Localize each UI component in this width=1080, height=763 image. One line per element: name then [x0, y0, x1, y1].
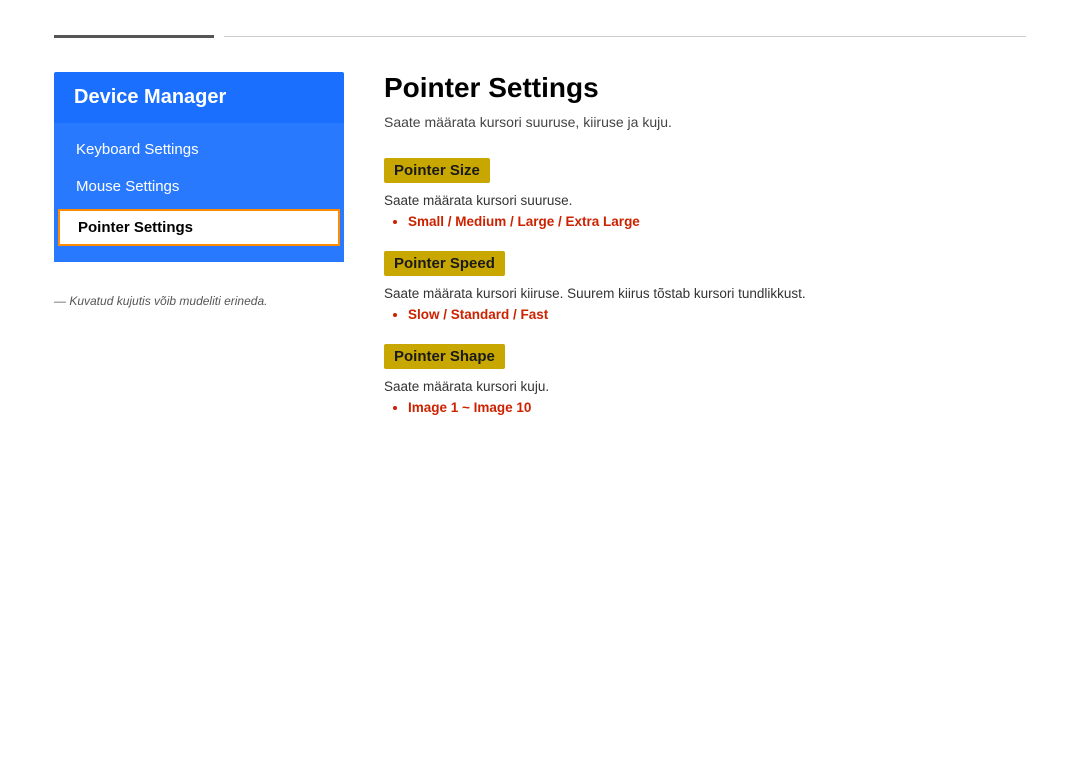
sidebar: Device Manager Keyboard Settings Mouse S… — [54, 72, 344, 437]
section-title-size: Pointer Size — [384, 158, 490, 183]
content-area: Pointer Settings Saate määrata kursori s… — [344, 72, 1026, 437]
section-desc-shape: Saate määrata kursori kuju. — [384, 379, 986, 394]
section-options-speed: Slow / Standard / Fast — [384, 307, 986, 322]
section-title-shape: Pointer Shape — [384, 344, 505, 369]
speed-options-list-item: Slow / Standard / Fast — [408, 307, 986, 322]
sidebar-menu: Keyboard Settings Mouse Settings Pointer… — [54, 123, 344, 262]
section-pointer-speed: Pointer Speed Saate määrata kursori kiir… — [384, 251, 986, 322]
sidebar-header: Device Manager — [54, 72, 344, 123]
shape-options-list-item: Image 1 ~ Image 10 — [408, 400, 986, 415]
sidebar-item-pointer[interactable]: Pointer Settings — [58, 209, 340, 246]
section-desc-speed: Saate määrata kursori kiiruse. Suurem ki… — [384, 286, 986, 301]
section-desc-size: Saate määrata kursori suuruse. — [384, 193, 986, 208]
page-subtitle: Saate määrata kursori suuruse, kiiruse j… — [384, 114, 986, 130]
sidebar-item-keyboard[interactable]: Keyboard Settings — [54, 131, 344, 168]
section-options-shape: Image 1 ~ Image 10 — [384, 400, 986, 415]
sidebar-item-mouse[interactable]: Mouse Settings — [54, 168, 344, 205]
top-bar-line-left — [54, 35, 214, 38]
sidebar-note: — Kuvatud kujutis võib mudeliti erineda. — [54, 292, 344, 310]
section-options-size: Small / Medium / Large / Extra Large — [384, 214, 986, 229]
section-title-speed: Pointer Speed — [384, 251, 505, 276]
top-bar-line-right — [224, 36, 1026, 37]
sidebar-title: Device Manager — [74, 86, 226, 108]
size-options-list-item: Small / Medium / Large / Extra Large — [408, 214, 986, 229]
top-bar — [0, 0, 1080, 72]
section-pointer-size: Pointer Size Saate määrata kursori suuru… — [384, 158, 986, 229]
main-layout: Device Manager Keyboard Settings Mouse S… — [0, 72, 1080, 437]
section-pointer-shape: Pointer Shape Saate määrata kursori kuju… — [384, 344, 986, 415]
page-title: Pointer Settings — [384, 72, 986, 104]
